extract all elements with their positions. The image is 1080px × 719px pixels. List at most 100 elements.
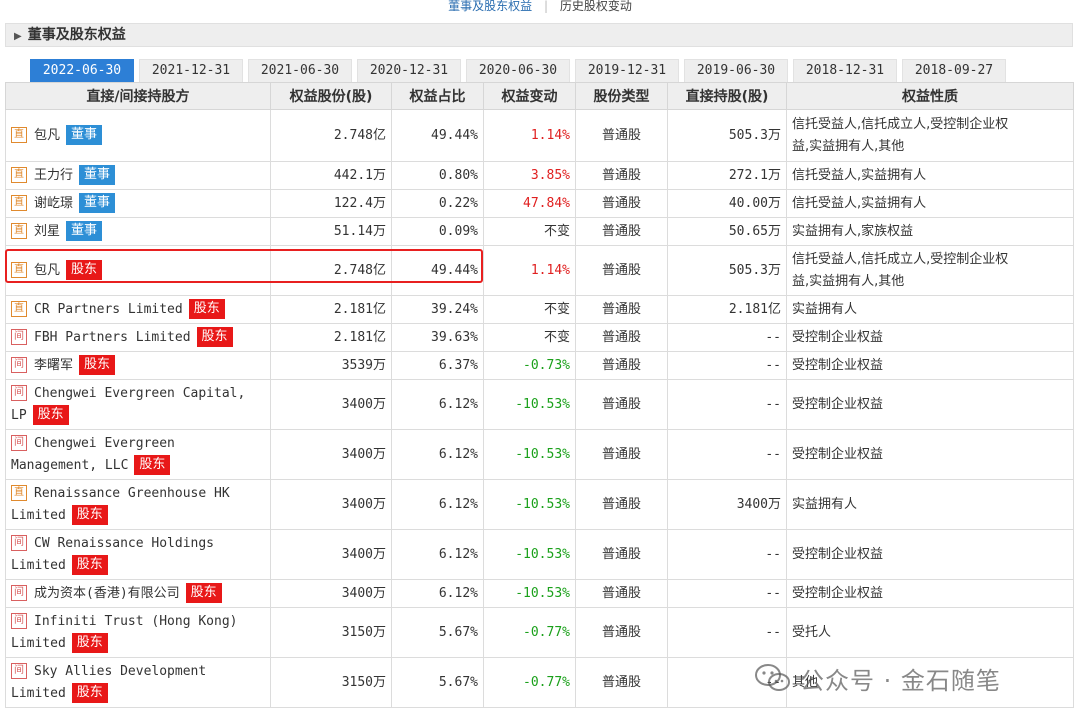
- holder-name[interactable]: FBH Partners Limited: [34, 330, 191, 345]
- tab-2020-12-31[interactable]: 2020-12-31: [357, 59, 461, 82]
- percent-cell: 6.12%: [391, 379, 484, 430]
- shares-cell: 442.1万: [270, 161, 392, 190]
- column-header[interactable]: 权益占比: [391, 82, 484, 110]
- holder-name[interactable]: Limited: [11, 508, 66, 523]
- change-cell: 1.14%: [483, 109, 576, 162]
- holder-name[interactable]: 王力行: [34, 168, 73, 183]
- date-tabs: 2022-06-30 2021-12-31 2021-06-30 2020-12-31…: [30, 59, 1011, 82]
- share-type-cell: 普通股: [575, 245, 668, 296]
- holder-name[interactable]: Limited: [11, 636, 66, 651]
- table-row: 间 Infiniti Trust (Hong Kong) Limited 股东 3150…: [5, 607, 1074, 658]
- shareholder-badge: 股东: [71, 505, 108, 525]
- holder-name-cell: 间成为资本(香港)有限公司 股东: [5, 579, 271, 608]
- tab-2021-06-30[interactable]: 2021-06-30: [248, 59, 352, 82]
- percent-cell: 0.22%: [391, 189, 484, 218]
- nature-text: 信托受益人,实益拥有人: [792, 167, 927, 183]
- shareholder-badge: 股东: [71, 555, 108, 575]
- direct-holding-cell: 505.3万: [667, 109, 787, 162]
- holder-name[interactable]: 包凡: [34, 128, 60, 143]
- holder-name-cell: 直 Renaissance Greenhouse HK Limited 股东: [5, 479, 271, 530]
- holder-name[interactable]: Renaissance Greenhouse HK: [34, 486, 230, 501]
- table-row: 间 CW Renaissance Holdings Limited 股东 3400万 6.…: [5, 529, 1074, 580]
- holder-name-cell: 直王力行 董事: [5, 161, 271, 190]
- share-type-cell: 普通股: [575, 479, 668, 530]
- nav-link-equity[interactable]: 董事及股东权益: [448, 0, 532, 13]
- nature-text: 受控制企业权益: [792, 585, 884, 601]
- column-header[interactable]: 直接/间接持股方: [5, 82, 271, 110]
- holder-name[interactable]: 李曙军: [34, 358, 73, 373]
- holder-name[interactable]: Management, LLC: [11, 458, 128, 473]
- direct-holding-icon: 直: [11, 223, 27, 239]
- tab-2021-12-31[interactable]: 2021-12-31: [139, 59, 243, 82]
- holder-name[interactable]: 成为资本(香港)有限公司: [34, 586, 180, 601]
- holder-name[interactable]: Infiniti Trust (Hong Kong): [34, 614, 238, 629]
- direct-holding-cell: --: [667, 323, 787, 352]
- table-row: 间 FBH Partners Limited 股东 2.181亿 39.63% 不变 普通股…: [5, 323, 1074, 352]
- change-cell: 3.85%: [483, 161, 576, 190]
- shareholder-badge: 股东: [185, 583, 222, 603]
- holder-name[interactable]: 包凡: [34, 263, 60, 278]
- tab-2018-09-27[interactable]: 2018-09-27: [902, 59, 1006, 82]
- shareholder-badge: 股东: [66, 260, 103, 280]
- table-row: 间成为资本(香港)有限公司 股东 3400万 6.12% -10.53% 普通股 -- 受控制…: [5, 579, 1074, 608]
- nav-separator: |: [543, 0, 549, 13]
- holder-name[interactable]: LP: [11, 408, 27, 423]
- percent-cell: 39.63%: [391, 323, 484, 352]
- indirect-holding-icon: 间: [11, 663, 27, 679]
- holder-name[interactable]: Chengwei Evergreen Capital,: [34, 386, 245, 401]
- holder-name[interactable]: Limited: [11, 686, 66, 701]
- shares-cell: 2.181亿: [270, 323, 392, 352]
- tab-2018-12-31[interactable]: 2018-12-31: [793, 59, 897, 82]
- direct-holding-icon: 直: [11, 301, 27, 317]
- tab-2020-06-30[interactable]: 2020-06-30: [466, 59, 570, 82]
- table-row: 直包凡 股东 2.748亿 49.44% 1.14% 普通股 505.3万 信托受益人,信托成…: [5, 245, 1074, 296]
- column-header[interactable]: 权益性质: [786, 82, 1074, 110]
- direct-holding-icon: 直: [11, 262, 27, 278]
- top-nav: 董事及股东权益 | 历史股权变动: [0, 0, 1080, 16]
- table-row: 间 Chengwei Evergreen Management, LLC 股东 3400…: [5, 429, 1074, 480]
- tab-2019-06-30[interactable]: 2019-06-30: [684, 59, 788, 82]
- watermark: 公众号 · 金石随笔: [754, 658, 1001, 698]
- nature-cell: 实益拥有人: [786, 479, 1074, 530]
- holder-name-cell: 直 CR Partners Limited 股东: [5, 295, 271, 324]
- nature-cell: 信托受益人,实益拥有人: [786, 161, 1074, 190]
- holder-name[interactable]: Chengwei Evergreen: [34, 436, 175, 451]
- percent-cell: 6.37%: [391, 351, 484, 380]
- direct-holding-cell: 505.3万: [667, 245, 787, 296]
- collapse-triangle-icon[interactable]: ▶: [14, 31, 22, 42]
- shares-cell: 3150万: [270, 657, 392, 708]
- column-header[interactable]: 股份类型: [575, 82, 668, 110]
- column-header[interactable]: 权益股份(股): [270, 82, 392, 110]
- direct-holding-cell: --: [667, 379, 787, 430]
- holder-name[interactable]: 谢屹璟: [34, 196, 73, 211]
- nav-link-history[interactable]: 历史股权变动: [560, 0, 632, 13]
- share-type-cell: 普通股: [575, 657, 668, 708]
- direct-holding-icon: 直: [11, 485, 27, 501]
- holder-name[interactable]: Limited: [11, 558, 66, 573]
- nature-text: 受控制企业权益: [792, 357, 884, 373]
- direct-holding-icon: 直: [11, 167, 27, 183]
- share-type-cell: 普通股: [575, 323, 668, 352]
- shares-cell: 3400万: [270, 579, 392, 608]
- holder-name[interactable]: CW Renaissance Holdings: [34, 536, 214, 551]
- column-header[interactable]: 权益变动: [483, 82, 576, 110]
- holder-name[interactable]: 刘星: [34, 224, 60, 239]
- nature-text: 信托受益人,信托成立人,受控制企业权: [792, 116, 1009, 132]
- section-header[interactable]: ▶ 董事及股东权益: [5, 23, 1073, 47]
- direct-holding-cell: 50.65万: [667, 217, 787, 246]
- direct-holding-cell: --: [667, 529, 787, 580]
- nature-cell: 受控制企业权益: [786, 579, 1074, 608]
- column-header[interactable]: 直接持股(股): [667, 82, 787, 110]
- tab-2019-12-31[interactable]: 2019-12-31: [575, 59, 679, 82]
- indirect-holding-icon: 间: [11, 535, 27, 551]
- shares-cell: 3400万: [270, 379, 392, 430]
- wechat-icon: [754, 663, 792, 693]
- tab-2022-06-30[interactable]: 2022-06-30: [30, 59, 134, 82]
- nature-cell: 受控制企业权益: [786, 429, 1074, 480]
- holder-name[interactable]: Sky Allies Development: [34, 664, 206, 679]
- direct-holding-cell: --: [667, 579, 787, 608]
- holder-name[interactable]: CR Partners Limited: [34, 302, 183, 317]
- nature-text: 实益拥有人: [792, 301, 858, 317]
- nature-text: 受托人: [792, 624, 832, 640]
- indirect-holding-icon: 间: [11, 435, 27, 451]
